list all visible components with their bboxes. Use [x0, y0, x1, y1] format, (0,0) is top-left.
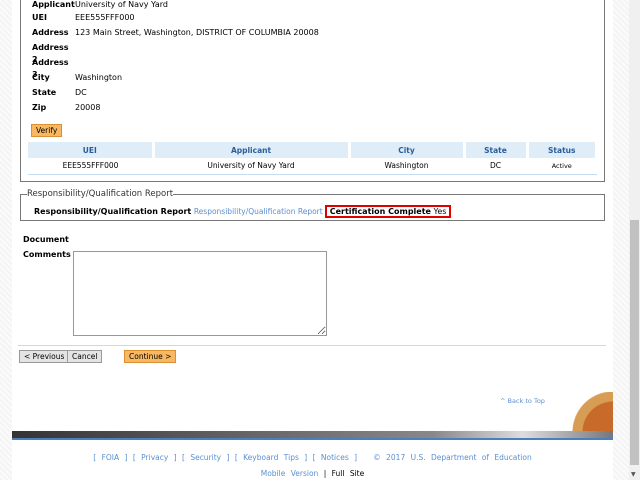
value: University of Navy Yard [75, 0, 168, 9]
detail-state: State DC [32, 87, 87, 99]
keyboard-tips-link[interactable]: Keyboard Tips [243, 453, 299, 462]
detail-uei: UEI EEE555FFF000 [32, 12, 135, 24]
detail-zip: Zip 20008 [32, 102, 100, 114]
copyright: © 2017 U.S. Department of Education [373, 453, 532, 462]
value: 20008 [75, 103, 101, 112]
document-label: Document [23, 235, 69, 244]
applicant-table: UEI Applicant City State Status EEE555FF… [28, 142, 598, 175]
classroom-image [559, 392, 613, 432]
value: DC [75, 88, 87, 97]
header-state: State [464, 142, 529, 158]
header-city: City [349, 142, 466, 158]
report-link[interactable]: Responsibility/Qualification Report [194, 207, 323, 216]
mobile-version-link[interactable]: Mobile Version [261, 469, 319, 478]
value: EEE555FFF000 [75, 13, 135, 22]
divider [18, 345, 606, 346]
comments-textarea[interactable] [73, 251, 327, 336]
footer-version: Mobile Version | Full Site [260, 469, 365, 478]
cancel-button[interactable]: Cancel [67, 350, 103, 363]
scroll-down-icon[interactable]: ▼ [631, 471, 636, 478]
label: Applicant [32, 0, 75, 9]
back-to-top-link[interactable]: ^ Back to Top [500, 397, 545, 405]
full-site-label: Full Site [331, 469, 365, 478]
detail-applicant: ApplicantUniversity of Navy Yard [32, 0, 168, 11]
privacy-link[interactable]: Privacy [141, 453, 168, 462]
scrollbar[interactable]: ▼ [629, 0, 640, 480]
footer-band [12, 431, 613, 440]
value: 123 Main Street, Washington, DISTRICT OF… [75, 28, 319, 37]
foia-link[interactable]: FOIA [102, 453, 120, 462]
header-applicant: Applicant [153, 142, 351, 158]
cert-label: Certification Complete [329, 207, 431, 216]
label: State [32, 88, 57, 97]
header-uei: UEI [28, 142, 155, 158]
label: UEI [32, 13, 47, 22]
table-row: EEE555FFF000 University of Navy Yard Was… [28, 158, 597, 175]
cell-applicant: University of Navy Yard [153, 158, 349, 175]
continue-button[interactable]: Continue > [124, 350, 177, 363]
report-legend: Responsibility/Qualification Report [27, 189, 174, 199]
applicant-box: ApplicantUniversity of Navy Yard UEI EEE5… [20, 0, 605, 182]
report-label: Responsibility/Qualification Report [34, 207, 192, 216]
comments-label: Comments [23, 250, 71, 259]
header-status: Status [527, 142, 598, 158]
certification-highlight: Certification Complete Yes [324, 205, 452, 218]
label: Address [32, 28, 69, 37]
detail-city: City Washington [32, 72, 122, 84]
label: City [32, 73, 50, 82]
value: Washington [75, 73, 123, 82]
label: Zip [32, 103, 47, 112]
scrollbar-thumb[interactable] [630, 220, 639, 465]
detail-address3: Address 3 [32, 57, 75, 79]
table-header: UEI Applicant City State Status [28, 142, 598, 158]
detail-address2: Address 2 [32, 42, 75, 64]
cell-city: Washington [349, 158, 464, 175]
cert-value: Yes [433, 207, 447, 216]
footer-links: [ FOIA ] [ Privacy ] [ Security ] [ Keyb… [93, 453, 532, 462]
cell-status: Active [527, 158, 597, 175]
cell-uei: EEE555FFF000 [28, 158, 153, 175]
verify-button[interactable]: Verify [31, 124, 63, 137]
notices-link[interactable]: Notices [321, 453, 349, 462]
page: ApplicantUniversity of Navy Yard UEI EEE5… [12, 0, 613, 480]
security-link[interactable]: Security [190, 453, 221, 462]
detail-address: Address 123 Main Street, Washington, DIST… [32, 27, 319, 39]
cell-state: DC [464, 158, 527, 175]
previous-button[interactable]: < Previous [19, 350, 70, 363]
report-row: Responsibility/Qualification Report Resp… [34, 205, 452, 218]
